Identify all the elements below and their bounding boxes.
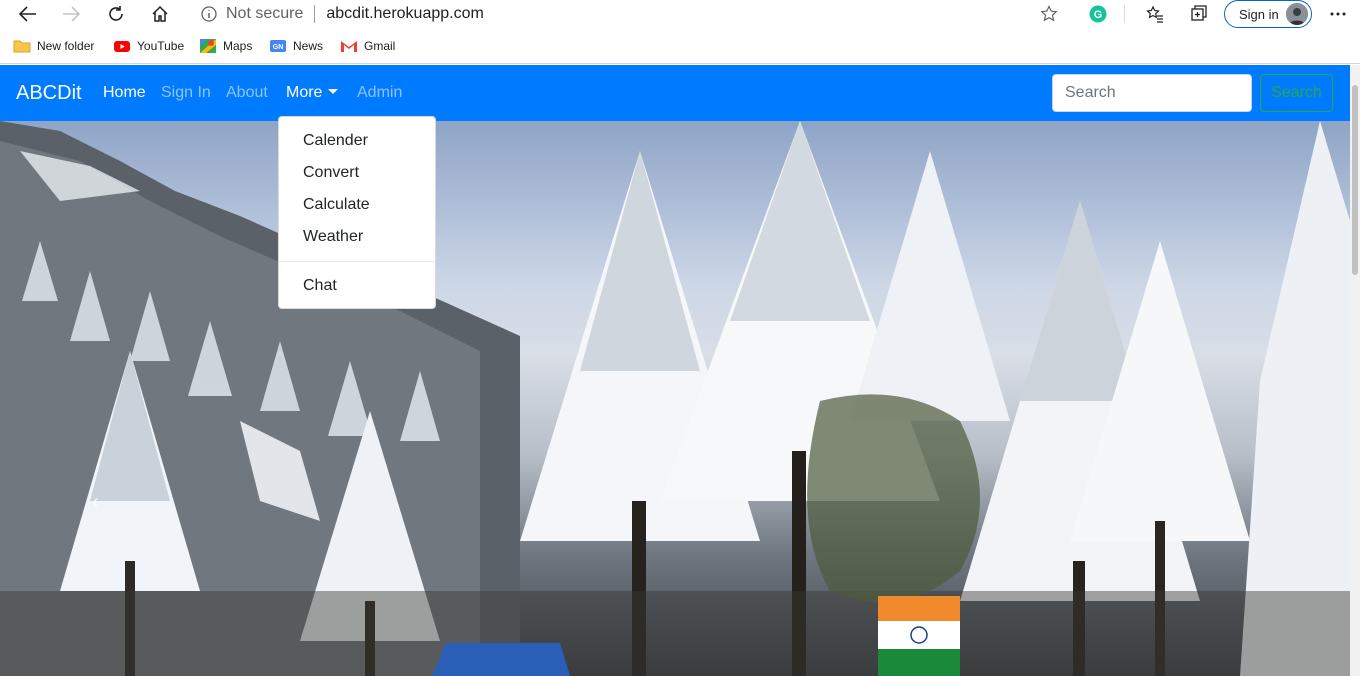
bookmark-label: Gmail [364, 39, 396, 53]
dropdown-item-chat[interactable]: Chat [279, 270, 435, 302]
bookmark-label: YouTube [137, 39, 185, 53]
search-button[interactable]: Search [1260, 74, 1333, 112]
carousel-prev-icon[interactable]: ‹ [92, 491, 99, 514]
info-icon[interactable] [200, 5, 218, 23]
dropdown-item-weather[interactable]: Weather [279, 221, 435, 253]
more-options-icon[interactable] [1325, 2, 1351, 26]
page-scrollbar[interactable] [1350, 65, 1360, 676]
bookmark-label: New folder [37, 39, 95, 53]
news-icon: GN [270, 40, 286, 52]
nav-more-label: More [286, 84, 323, 101]
dropdown-item-calculate[interactable]: Calculate [279, 189, 435, 221]
dropdown-item-calender[interactable]: Calender [279, 125, 435, 157]
avatar [1286, 3, 1308, 25]
dropdown-divider [279, 261, 435, 262]
address-divider [314, 5, 316, 23]
scrollbar-thumb[interactable] [1352, 85, 1358, 275]
security-status: Not secure [226, 5, 304, 22]
maps-icon [200, 39, 216, 53]
profile-signin-button[interactable]: Sign in [1224, 0, 1312, 28]
signin-label: Sign in [1239, 6, 1279, 22]
browser-toolbar: Not secure abcdit.herokuapp.com G Sign i… [0, 0, 1360, 30]
nav-about[interactable]: About [226, 84, 268, 102]
flag-image [878, 596, 960, 676]
bookmark-youtube[interactable]: YouTube [113, 38, 184, 54]
address-bar[interactable]: Not secure abcdit.herokuapp.com [188, 0, 1068, 28]
youtube-icon [114, 41, 130, 52]
favorites-icon[interactable] [1142, 2, 1168, 26]
dropdown-item-convert[interactable]: Convert [279, 157, 435, 189]
hero-carousel: ‹ [0, 121, 1350, 676]
gmail-icon [341, 41, 357, 52]
nav-admin[interactable]: Admin [357, 84, 402, 102]
bookmark-label: Maps [223, 39, 253, 53]
nav-home[interactable]: Home [103, 84, 146, 102]
folder-icon [13, 40, 31, 53]
favorite-star-icon[interactable] [1040, 5, 1058, 28]
site-navbar: ABCDit Home Sign In About More Admin Sea… [0, 65, 1350, 121]
bookmarks-bar: New folder YouTube Maps GN News Gmail [0, 30, 1360, 64]
svg-text:G: G [1094, 9, 1103, 21]
search-input[interactable] [1052, 74, 1252, 112]
nav-more-dropdown[interactable]: More [286, 84, 339, 102]
svg-text:GN: GN [273, 44, 284, 51]
back-icon[interactable] [15, 2, 41, 26]
reload-icon[interactable] [103, 2, 129, 26]
toolbar-divider [1124, 5, 1125, 23]
more-dropdown-menu: Calender Convert Calculate Weather Chat [278, 116, 436, 309]
page-viewport: ABCDit Home Sign In About More Admin Sea… [0, 65, 1350, 676]
collections-icon[interactable] [1186, 2, 1212, 26]
bookmark-news[interactable]: GN News [269, 38, 323, 54]
bookmark-gmail[interactable]: Gmail [340, 38, 395, 54]
bookmark-maps[interactable]: Maps [199, 38, 252, 54]
bookmark-new-folder[interactable]: New folder [13, 38, 94, 54]
bookmark-label: News [293, 39, 324, 53]
home-icon[interactable] [147, 2, 173, 26]
caret-down-icon [328, 89, 339, 94]
snowy-forest-image [0, 121, 1350, 676]
nav-sign-in[interactable]: Sign In [161, 84, 211, 102]
grammarly-icon[interactable]: G [1085, 2, 1111, 26]
url-text[interactable]: abcdit.herokuapp.com [326, 5, 483, 23]
brand-logo[interactable]: ABCDit [16, 82, 82, 105]
forward-icon[interactable] [58, 2, 84, 26]
